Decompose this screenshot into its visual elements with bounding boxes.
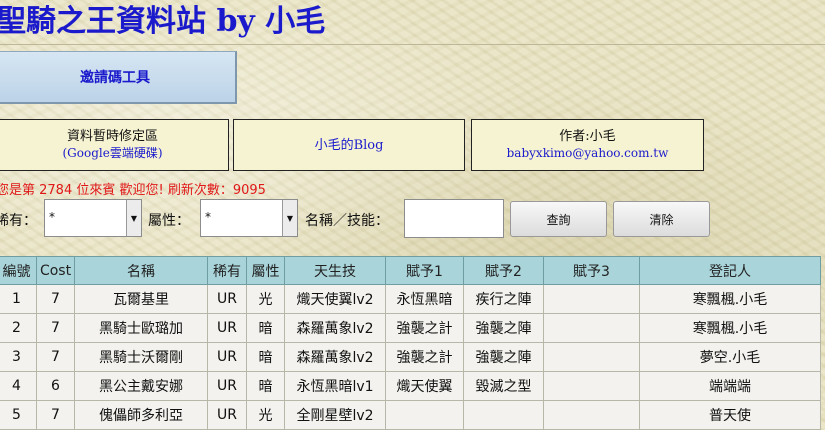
clear-button[interactable]: 清除 [613, 201, 710, 237]
column-header-id: 編號 [0, 256, 37, 285]
blog-label: 小毛的Blog [314, 137, 384, 153]
cell-id: 3 [0, 342, 37, 372]
cell-cost: 6 [36, 371, 75, 401]
cell-rarity: UR [207, 284, 247, 314]
cell-card-name-link[interactable]: 黑騎士歐璐加 [74, 313, 208, 343]
cell-innate-skill-link[interactable]: 森羅萬象lv2 [284, 342, 386, 372]
cell-attribute: 暗 [246, 342, 285, 372]
table-row: 1 7 瓦爾基里 UR 光 熾天使翼lv2 永恆黑暗 疾行之陣 寒飄楓.小毛 [0, 284, 821, 314]
name-skill-input[interactable] [404, 199, 504, 238]
cell-card-name-link[interactable]: 黑公主戴安娜 [74, 371, 208, 401]
cell-rarity: UR [207, 342, 247, 372]
cell-registrant: 寒飄楓.小毛 [639, 284, 821, 314]
cell-grant-1-link[interactable]: 永恆黑暗 [385, 284, 464, 314]
rarity-select[interactable]: * ▼ [44, 199, 142, 237]
cell-rarity: UR [207, 313, 247, 343]
cell-attribute: 光 [246, 284, 285, 314]
cell-grant-1-link[interactable] [385, 400, 464, 430]
cell-registrant: 寒飄楓.小毛 [639, 313, 821, 343]
blog-link[interactable]: 小毛的Blog [233, 119, 465, 171]
cell-cost: 7 [36, 313, 75, 343]
cell-grant-3-link[interactable] [543, 284, 640, 314]
column-header-grant-1: 賦予1 [385, 256, 464, 285]
site-title: 聖騎之王資料站 by 小毛 [0, 4, 326, 39]
title-divider [0, 44, 825, 45]
data-revision-label: 資料暫時修定區 [66, 129, 158, 144]
cell-grant-3-link[interactable] [543, 342, 640, 372]
attribute-label: 屬性： [148, 213, 190, 229]
author-link[interactable]: 作者:小毛 babyxkimo@yahoo.com.tw [471, 119, 704, 171]
column-header-registrant: 登記人 [639, 256, 821, 285]
cell-attribute: 光 [246, 400, 285, 430]
table-row: 5 7 傀儡師多利亞 UR 光 全剛星壁lv2 普天使 [0, 400, 821, 430]
author-label: 作者:小毛 [559, 129, 616, 144]
cell-id: 4 [0, 371, 37, 401]
cell-cost: 7 [36, 400, 75, 430]
cell-grant-2-link[interactable]: 毀滅之型 [463, 371, 544, 401]
data-revision-link[interactable]: 資料暫時修定區 (Google雲端硬碟) [0, 119, 229, 171]
column-header-attribute: 屬性 [246, 256, 285, 285]
column-header-cost: Cost [36, 256, 75, 285]
cell-grant-3-link[interactable] [543, 313, 640, 343]
cell-grant-2-link[interactable]: 強襲之陣 [463, 313, 544, 343]
cell-cost: 7 [36, 342, 75, 372]
rarity-select-value: * [49, 210, 55, 224]
column-header-innate-skill: 天生技 [284, 256, 386, 285]
cell-innate-skill-link[interactable]: 永恆黑暗lv1 [284, 371, 386, 401]
cell-grant-2-link[interactable]: 強襲之陣 [463, 342, 544, 372]
attribute-select-value: * [205, 210, 211, 224]
cell-innate-skill-link[interactable]: 熾天使翼lv2 [284, 284, 386, 314]
cell-attribute: 暗 [246, 371, 285, 401]
cell-grant-1-link[interactable]: 強襲之計 [385, 342, 464, 372]
rarity-label: 稀有： [0, 213, 37, 229]
cell-id: 5 [0, 400, 37, 430]
cell-registrant: 端端端 [639, 371, 821, 401]
cell-grant-1-link[interactable]: 強襲之計 [385, 313, 464, 343]
cell-grant-3-link[interactable] [543, 400, 640, 430]
chevron-down-icon: ▼ [126, 200, 141, 236]
table-header-row: 編號 Cost 名稱 稀有 屬性 天生技 賦予1 賦予2 賦予3 登記人 [0, 256, 821, 285]
cell-attribute: 暗 [246, 313, 285, 343]
cell-registrant: 夢空.小毛 [639, 342, 821, 372]
cell-grant-2-link[interactable] [463, 400, 544, 430]
table-row: 2 7 黑騎士歐璐加 UR 暗 森羅萬象lv2 強襲之計 強襲之陣 寒飄楓.小毛 [0, 313, 821, 343]
cell-cost: 7 [36, 284, 75, 314]
attribute-select[interactable]: * ▼ [200, 199, 298, 237]
table-row: 3 7 黑騎士沃爾剛 UR 暗 森羅萬象lv2 強襲之計 強襲之陣 夢空.小毛 [0, 342, 821, 372]
cell-innate-skill-link[interactable]: 全剛星壁lv2 [284, 400, 386, 430]
cell-id: 1 [0, 284, 37, 314]
visitor-counter: 您是第 2784 位來賓 歡迎您! 刷新次數：9095 [0, 183, 266, 198]
author-email: babyxkimo@yahoo.com.tw [506, 146, 669, 160]
cell-rarity: UR [207, 400, 247, 430]
cell-card-name-link[interactable]: 傀儡師多利亞 [74, 400, 208, 430]
column-header-rarity: 稀有 [207, 256, 247, 285]
cell-card-name-link[interactable]: 黑騎士沃爾剛 [74, 342, 208, 372]
name-skill-label: 名稱／技能： [305, 213, 389, 229]
cell-registrant: 普天使 [639, 400, 821, 430]
google-drive-label: (Google雲端硬碟) [62, 146, 163, 160]
cell-grant-2-link[interactable]: 疾行之陣 [463, 284, 544, 314]
cell-id: 2 [0, 313, 37, 343]
cell-rarity: UR [207, 371, 247, 401]
invite-code-tool-button[interactable]: 邀請碼工具 [0, 51, 237, 104]
cell-innate-skill-link[interactable]: 森羅萬象lv2 [284, 313, 386, 343]
cell-card-name-link[interactable]: 瓦爾基里 [74, 284, 208, 314]
column-header-grant-2: 賦予2 [463, 256, 544, 285]
cell-grant-3-link[interactable] [543, 371, 640, 401]
search-button[interactable]: 查詢 [510, 201, 607, 237]
column-header-grant-3: 賦予3 [543, 256, 640, 285]
cell-grant-1-link[interactable]: 熾天使翼 [385, 371, 464, 401]
card-table: 編號 Cost 名稱 稀有 屬性 天生技 賦予1 賦予2 賦予3 登記人 1 7… [0, 256, 821, 430]
table-row: 4 6 黑公主戴安娜 UR 暗 永恆黑暗lv1 熾天使翼 毀滅之型 端端端 [0, 371, 821, 401]
column-header-name: 名稱 [74, 256, 208, 285]
chevron-down-icon: ▼ [282, 200, 297, 236]
